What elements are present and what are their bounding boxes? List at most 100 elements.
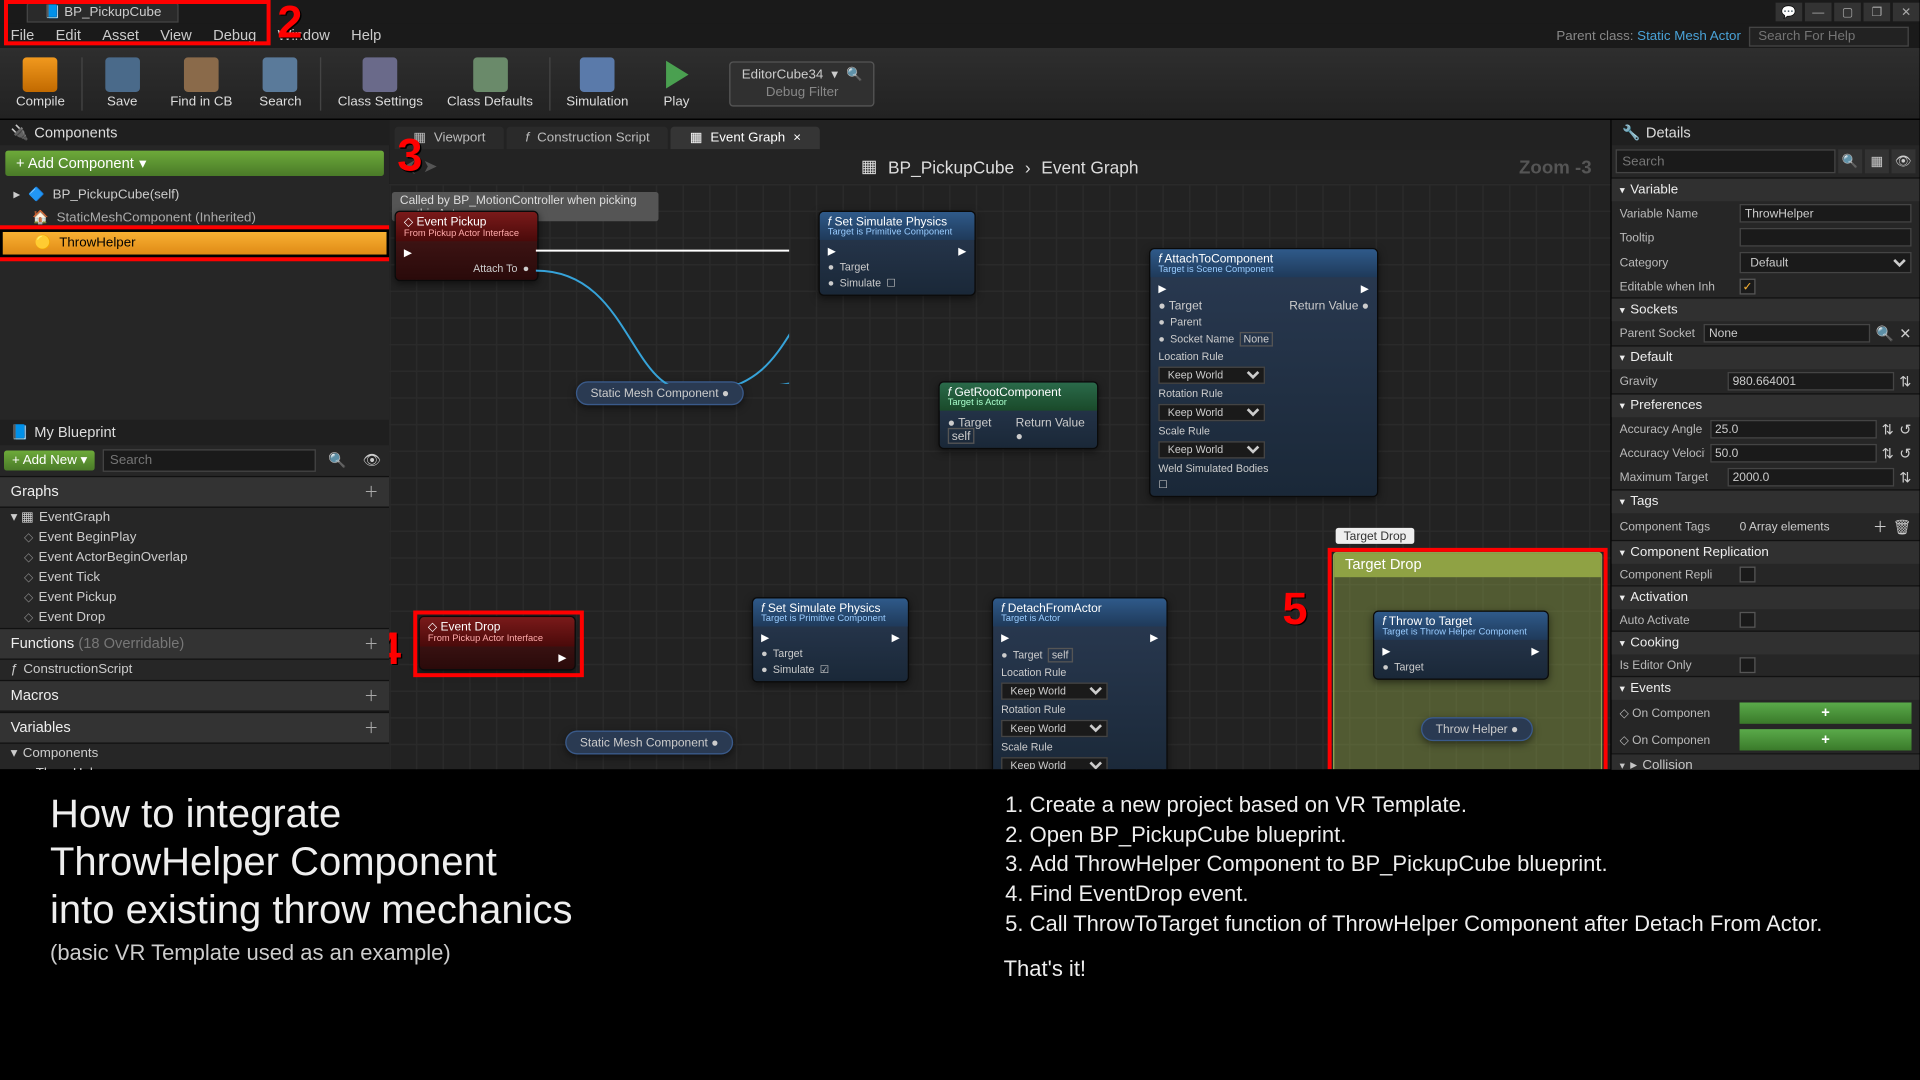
search-help-input[interactable] <box>1749 26 1909 46</box>
tooltip-input[interactable] <box>1740 228 1912 247</box>
category-select[interactable]: Default <box>1740 252 1912 273</box>
tab-close-icon[interactable]: × <box>793 131 801 146</box>
add-new-button[interactable]: + Add New ▾ <box>4 451 95 471</box>
compile-button[interactable]: Compile <box>8 50 73 117</box>
eye-icon[interactable]: 👁 <box>355 452 390 469</box>
search-button[interactable]: Search <box>248 50 312 117</box>
breadcrumb: ⮜➤ ▦BP_PickupCube›Event Graph Zoom -3 <box>389 149 1610 184</box>
details-search[interactable] <box>1616 149 1836 173</box>
parent-class-link[interactable]: Static Mesh Actor <box>1637 29 1741 44</box>
accuracy-angle-input[interactable] <box>1710 420 1877 439</box>
event-add-button-1[interactable]: + <box>1740 702 1912 723</box>
cat-replication[interactable]: Component Replication <box>1612 540 1920 564</box>
save-button[interactable]: Save <box>90 50 154 117</box>
attach-rot-rule[interactable]: Keep World <box>1158 404 1265 421</box>
graph-canvas[interactable]: Called by BP_MotionController when picki… <box>389 184 1610 769</box>
event-add-button-2[interactable]: + <box>1740 729 1912 750</box>
cat-events[interactable]: Events <box>1612 676 1920 700</box>
node-detach-from-actor[interactable]: f DetachFromActorTarget is Actor ● Targe… <box>992 597 1168 769</box>
event-drop[interactable]: Event Drop <box>0 608 389 628</box>
node-var-static-mesh-1[interactable]: Static Mesh Component ● <box>576 381 744 405</box>
notify-icon[interactable]: 💬 <box>1776 3 1803 22</box>
breadcrumb-graph[interactable]: Event Graph <box>1041 157 1138 177</box>
event-overlap[interactable]: Event ActorBeginOverlap <box>0 548 389 568</box>
cat-preferences[interactable]: Preferences <box>1612 393 1920 417</box>
max-target-input[interactable] <box>1727 468 1894 487</box>
event-pickup[interactable]: Event Pickup <box>0 588 389 608</box>
minimize-button[interactable]: — <box>1805 3 1832 22</box>
add-tag-icon[interactable]: ＋ <box>1873 516 1888 537</box>
macros-section[interactable]: Macros＋ <box>0 680 389 712</box>
tab-construction[interactable]: f Construction Script <box>507 127 669 150</box>
graph-editor: ▦ Viewport f Construction Script ▦ Event… <box>389 120 1610 769</box>
editor-only-checkbox[interactable] <box>1740 657 1756 673</box>
node-set-simulate-physics-2[interactable]: f Set Simulate PhysicsTarget is Primitiv… <box>752 597 909 682</box>
unreal-editor: 📘 BP_PickupCube 💬 — ▢ ❐ ✕ 2 File Edit As… <box>0 0 1920 769</box>
breadcrumb-asset[interactable]: BP_PickupCube <box>888 157 1014 177</box>
component-root[interactable]: 🔷 BP_PickupCube(self) <box>0 184 389 207</box>
maximize-button[interactable]: ▢ <box>1834 3 1861 22</box>
simulation-button[interactable]: Simulation <box>558 50 636 117</box>
annotation-num-5: 5 <box>1282 584 1307 636</box>
cat-tags[interactable]: Tags <box>1612 489 1920 513</box>
construction-script[interactable]: ƒ ConstructionScript <box>0 660 389 680</box>
event-graph-tree[interactable]: ▾ ▦ EventGraph <box>0 508 389 528</box>
detach-rot-rule[interactable]: Keep World <box>1001 720 1108 737</box>
my-blueprint-search[interactable] <box>103 449 316 472</box>
restore-button[interactable]: ❐ <box>1864 3 1891 22</box>
accuracy-velocity-input[interactable] <box>1710 444 1877 463</box>
nav-fwd-icon[interactable]: ➤ <box>423 156 438 177</box>
node-set-simulate-physics-1[interactable]: f Set Simulate PhysicsTarget is Primitiv… <box>818 211 975 296</box>
gravity-input[interactable] <box>1727 372 1894 391</box>
add-graph-icon[interactable]: ＋ <box>364 481 379 502</box>
cat-variable[interactable]: Variable <box>1612 177 1920 201</box>
clear-tags-icon[interactable]: 🗑 <box>1893 518 1912 535</box>
debug-filter-box[interactable]: EditorCube34▾🔍 Debug Filter <box>730 61 875 106</box>
details-matrix-icon[interactable]: ▦ <box>1865 149 1889 173</box>
replicates-checkbox[interactable] <box>1740 567 1756 583</box>
functions-section[interactable]: Functions (18 Overridable)＋ <box>0 628 389 660</box>
search-icon[interactable]: 🔍 <box>1838 149 1862 173</box>
attach-scale-rule[interactable]: Keep World <box>1158 441 1265 458</box>
node-var-static-mesh-2[interactable]: Static Mesh Component ● <box>565 730 733 754</box>
socket-clear-icon[interactable]: ✕ <box>1899 325 1911 342</box>
cat-sockets[interactable]: Sockets <box>1612 297 1920 321</box>
component-static-mesh[interactable]: 🏠 StaticMeshComponent (Inherited) <box>0 207 389 230</box>
window-buttons: 💬 — ▢ ❐ ✕ <box>1776 3 1920 22</box>
tab-event-graph[interactable]: ▦ Event Graph × <box>671 127 820 150</box>
socket-search-icon[interactable]: 🔍 <box>1876 325 1894 342</box>
detach-scale-rule[interactable]: Keep World <box>1001 757 1108 769</box>
node-event-pickup[interactable]: ◇ Event PickupFrom Pickup Actor Interfac… <box>395 211 539 282</box>
cat-cooking[interactable]: Cooking <box>1612 631 1920 655</box>
attach-loc-rule[interactable]: Keep World <box>1158 367 1265 384</box>
auto-activate-checkbox[interactable] <box>1740 612 1756 628</box>
node-get-root-component[interactable]: f GetRootComponentTarget is Actor ● Targ… <box>938 381 1098 449</box>
instruction-subtitle: (basic VR Template used as an example) <box>50 940 924 966</box>
cat-default[interactable]: Default <box>1612 345 1920 369</box>
graphs-section[interactable]: Graphs＋ <box>0 476 389 508</box>
close-button[interactable]: ✕ <box>1893 3 1920 22</box>
reset-icon[interactable]: ↺ <box>1899 421 1911 438</box>
event-tick[interactable]: Event Tick <box>0 568 389 588</box>
cat-activation[interactable]: Activation <box>1612 585 1920 609</box>
variable-name-input[interactable] <box>1740 204 1912 223</box>
class-settings-button[interactable]: Class Settings <box>330 50 431 117</box>
reset-icon[interactable]: ↺ <box>1899 445 1911 462</box>
node-attach-to-component[interactable]: f AttachToComponentTarget is Scene Compo… <box>1149 248 1378 497</box>
editable-checkbox[interactable] <box>1740 279 1756 295</box>
variables-section[interactable]: Variables＋ <box>0 712 389 744</box>
parent-socket-input[interactable] <box>1704 324 1871 343</box>
event-beginplay[interactable]: Event BeginPlay <box>0 528 389 548</box>
detach-loc-rule[interactable]: Keep World <box>1001 682 1108 699</box>
component-throwhelper[interactable]: 🟡 ThrowHelper <box>0 229 389 257</box>
add-component-button[interactable]: + Add Component ▾ <box>5 151 384 176</box>
editor-tabs: ▦ Viewport f Construction Script ▦ Event… <box>389 120 1610 149</box>
class-defaults-button[interactable]: Class Defaults <box>439 50 541 117</box>
menu-help[interactable]: Help <box>351 28 381 44</box>
find-in-cb-button[interactable]: Find in CB <box>162 50 240 117</box>
search-icon[interactable]: 🔍 <box>320 452 354 469</box>
components-var-section[interactable]: ▾ Components <box>0 744 389 764</box>
instruction-title: How to integrate ThrowHelper Component i… <box>50 790 924 934</box>
details-eye-icon[interactable]: 👁 <box>1892 149 1916 173</box>
play-button[interactable]: Play <box>644 50 708 117</box>
